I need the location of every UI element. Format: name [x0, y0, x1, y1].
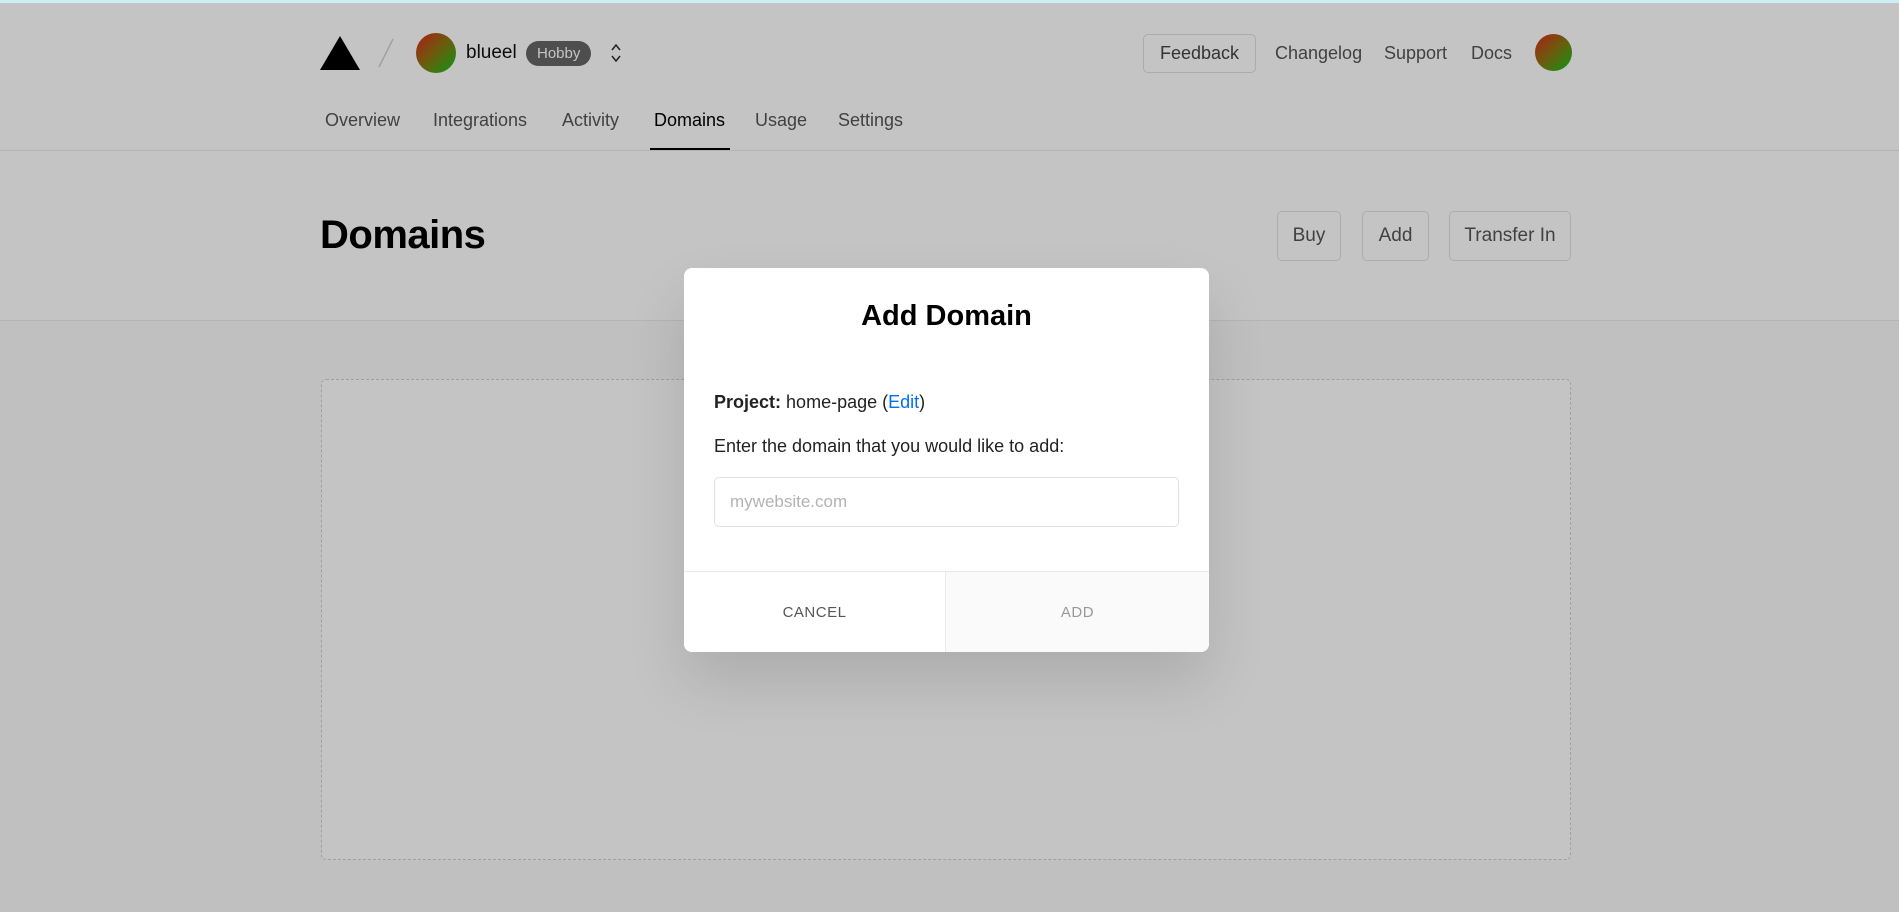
top-progress-line	[0, 0, 1899, 3]
project-label: Project:	[714, 392, 782, 412]
dialog-title: Add Domain	[861, 300, 1032, 332]
domain-input[interactable]	[714, 477, 1179, 527]
domain-prompt: Enter the domain that you would like to …	[714, 436, 1065, 456]
edit-project-link[interactable]: Edit	[888, 392, 919, 412]
dialog-footer: CANCEL ADD	[684, 571, 1209, 652]
add-domain-dialog: Add Domain Project: home-page (Edit) Ent…	[684, 268, 1209, 652]
project-line: Project: home-page (Edit)	[714, 392, 926, 412]
confirm-add-button[interactable]: ADD	[945, 572, 1209, 652]
cancel-button[interactable]: CANCEL	[684, 572, 945, 652]
project-name: home-page	[786, 392, 878, 412]
